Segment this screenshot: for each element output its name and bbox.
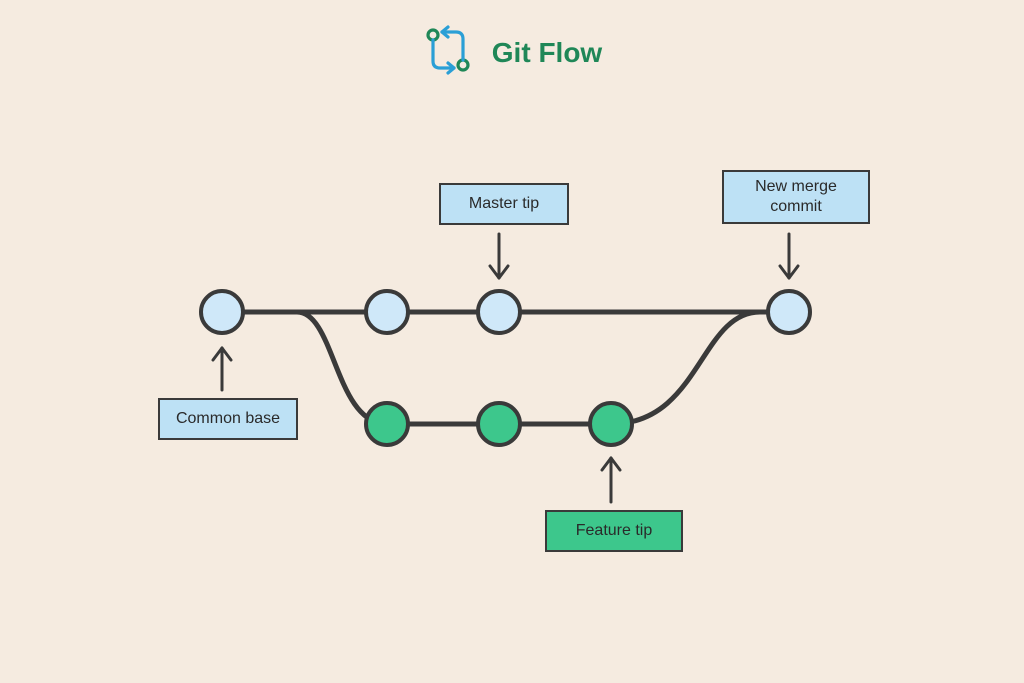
- label-merge-commit: New merge commit: [722, 170, 870, 224]
- label-common-base: Common base: [158, 398, 298, 440]
- label-text: New merge commit: [738, 177, 854, 217]
- arrow-feature-tip: [602, 458, 620, 502]
- merge-curve: [611, 312, 760, 424]
- commit-master-tip: [478, 291, 520, 333]
- label-text: Feature tip: [576, 521, 652, 541]
- git-flow-diagram: [0, 0, 1024, 683]
- arrow-merge-commit: [780, 234, 798, 278]
- arrow-master-tip: [490, 234, 508, 278]
- commit-feature-tip: [590, 403, 632, 445]
- commit-common-base: [201, 291, 243, 333]
- label-text: Common base: [176, 409, 280, 429]
- commit-merge: [768, 291, 810, 333]
- commit-master-2: [366, 291, 408, 333]
- label-text: Master tip: [469, 194, 539, 214]
- commit-feature-2: [478, 403, 520, 445]
- label-master-tip: Master tip: [439, 183, 569, 225]
- commit-feature-1: [366, 403, 408, 445]
- arrow-common-base: [213, 348, 231, 390]
- label-feature-tip: Feature tip: [545, 510, 683, 552]
